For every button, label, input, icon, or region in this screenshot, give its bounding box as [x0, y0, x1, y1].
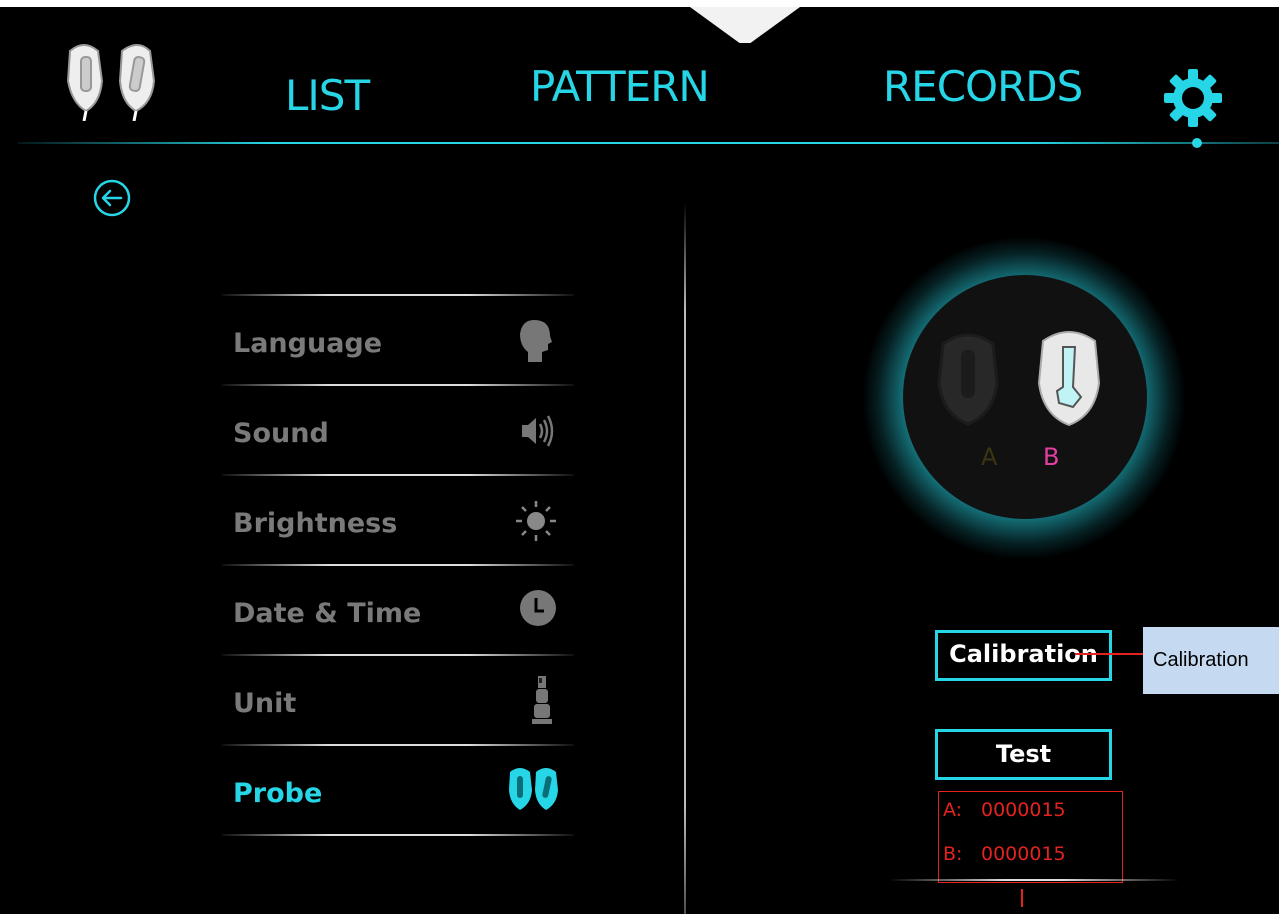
counter-value: 0000015 [981, 799, 1066, 821]
menu-item-label: Brightness [233, 508, 398, 539]
probe-a-label: A [981, 443, 998, 471]
menu-item-probe[interactable]: Probe [222, 746, 574, 834]
probe-counters: A: 0000015 B: 0000015 [938, 791, 1123, 883]
back-arrow-icon[interactable] [93, 179, 131, 217]
device-icon [532, 676, 552, 724]
menu-item-label: Date & Time [233, 598, 422, 629]
counter-value: 0000015 [981, 843, 1066, 865]
probe-b-label: B [1043, 443, 1060, 471]
clock-icon [520, 590, 556, 626]
probe-selector-disc: A B [903, 275, 1147, 519]
settings-menu: Language Sound Brightness Date & Time Un… [222, 294, 574, 836]
menu-item-label: Language [233, 328, 383, 359]
counter-key: B: [943, 843, 963, 865]
annotation-callout: Calibration [1143, 627, 1279, 694]
menu-item-date-time[interactable]: Date & Time [222, 566, 574, 654]
head-speaking-icon [520, 320, 552, 362]
menu-item-unit[interactable]: Unit [222, 656, 574, 744]
active-tab-indicator [1192, 138, 1202, 148]
menu-item-sound[interactable]: Sound [222, 386, 574, 474]
device-screen: LIST PATTERN RECORDS Language Sound Brig… [0, 7, 1279, 914]
bottom-divider [888, 879, 1180, 881]
menu-item-label: Unit [233, 688, 297, 719]
divider [222, 834, 574, 836]
probes-icon [509, 768, 558, 810]
counter-leader-line [1021, 889, 1023, 907]
menu-item-label: Sound [233, 418, 329, 449]
menu-item-language[interactable]: Language [222, 296, 574, 384]
counter-b: B: 0000015 [943, 843, 1066, 865]
tab-pattern[interactable]: PATTERN [530, 62, 710, 111]
panel-divider [684, 202, 686, 914]
speaker-icon [522, 415, 554, 447]
settings-gear-icon[interactable] [1162, 67, 1224, 129]
counter-a: A: 0000015 [943, 799, 1066, 821]
menu-item-brightness[interactable]: Brightness [222, 476, 574, 564]
probe-b-icon[interactable] [1033, 327, 1103, 431]
calibration-button[interactable]: Calibration [935, 630, 1112, 681]
menu-item-label: Probe [233, 778, 323, 809]
test-button[interactable]: Test [935, 729, 1112, 780]
callout-leader-line [1075, 653, 1143, 655]
nav-underline [18, 142, 1279, 144]
counter-key: A: [943, 799, 963, 821]
tab-records[interactable]: RECORDS [883, 62, 1083, 111]
sun-icon [516, 501, 556, 541]
top-glare [690, 7, 800, 43]
tab-list[interactable]: LIST [285, 71, 370, 120]
probe-a-icon[interactable] [935, 330, 1001, 430]
probes-logo-icon[interactable] [62, 41, 172, 121]
